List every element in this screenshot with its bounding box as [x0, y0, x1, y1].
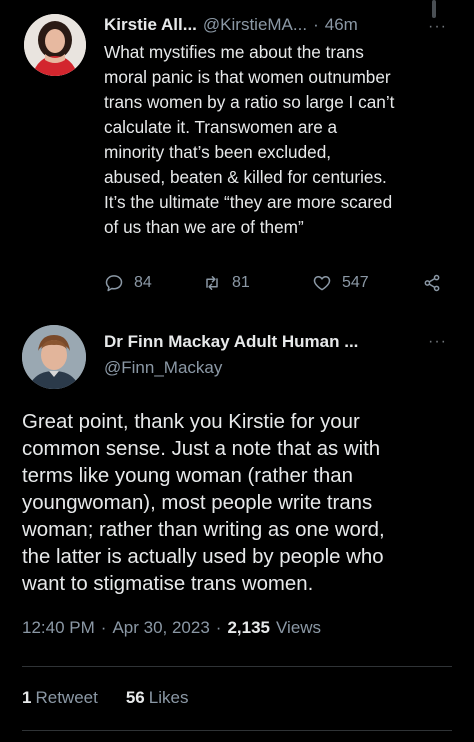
tweet-text-line: abused, beaten & killed for centuries. [104, 167, 387, 187]
tweet-meta: 12:40 PM · Apr 30, 2023 · 2,135 Views [22, 618, 321, 638]
views-count: 2,135 [227, 618, 271, 637]
tweet-text-line: common sense. Just a note that as with [22, 438, 381, 460]
retweet-icon [206, 276, 218, 290]
quoted-tweet[interactable]: Kirstie All... @KirstieMA... · 46m ··· W… [0, 0, 474, 318]
retweet-button[interactable]: 81 [202, 270, 250, 296]
author-name[interactable]: Dr Finn Mackay Adult Human ... [104, 332, 358, 352]
share-button[interactable] [422, 270, 442, 296]
tweet-header: Kirstie All... @KirstieMA... · 46m [104, 15, 358, 39]
tweet-text-line: terms like young woman (rather than [22, 465, 353, 487]
like-count[interactable]: 56 [126, 688, 145, 708]
tweet-text: What mystifies me about the trans moral … [104, 40, 464, 240]
reply-count: 84 [134, 274, 152, 291]
retweet-label[interactable]: Retweet [35, 688, 97, 708]
tweet-text-line: moral panic is that women outnumber [104, 67, 391, 87]
like-count: 547 [342, 274, 369, 291]
tweet-text-line: want to stigmatise trans women. [22, 573, 314, 595]
author-name[interactable]: Kirstie All... [104, 15, 197, 35]
author-handle[interactable]: @KirstieMA... [203, 15, 307, 35]
views-label: Views [276, 618, 322, 637]
tweet-text-line: What mystifies me about the trans [104, 42, 364, 62]
author-handle[interactable]: @Finn_Mackay [104, 358, 222, 378]
more-options-icon[interactable]: ··· [428, 333, 447, 351]
divider [22, 730, 452, 731]
separator-dot: · [100, 618, 107, 637]
reply-icon [105, 275, 123, 292]
tweet-text-line: minority that’s been excluded, [104, 142, 332, 162]
reply-button[interactable]: 84 [104, 270, 152, 296]
tweet-date[interactable]: Apr 30, 2023 [112, 618, 209, 638]
tweet-time[interactable]: 46m [325, 15, 358, 35]
like-button[interactable]: 547 [312, 270, 369, 296]
scrollbar-thumb[interactable] [432, 0, 436, 18]
more-options-icon[interactable]: ··· [428, 18, 452, 35]
share-icon [424, 274, 440, 292]
tweet-text-line: of us than we are of them” [104, 217, 304, 237]
tweet-text-line: trans women by a ratio so large I can’t [104, 92, 395, 112]
like-label[interactable]: Likes [149, 688, 189, 708]
engagement-stats: 1 Retweet 56 Likes [22, 688, 188, 708]
retweet-count: 81 [232, 274, 250, 291]
avatar[interactable] [24, 14, 86, 76]
tweet-text-line: Great point, thank you Kirstie for your [22, 411, 360, 433]
tweet-text-line: the latter is actually used by people wh… [22, 546, 384, 568]
retweet-count[interactable]: 1 [22, 688, 31, 708]
divider [22, 666, 452, 667]
tweet-text-line: calculate it. Transwomen are a [104, 117, 338, 137]
avatar-photo-icon [24, 14, 86, 76]
separator-dot: · [215, 618, 222, 637]
avatar[interactable] [22, 325, 86, 389]
separator-dot: · [313, 15, 319, 34]
tweet-text-line: It’s the ultimate “they are more scared [104, 192, 393, 212]
tweet-text: Great point, thank you Kirstie for your … [22, 409, 462, 598]
tweet-text-line: youngwoman), most people write trans [22, 492, 373, 514]
tweet-text-line: woman; rather than writing as one word, [22, 519, 385, 541]
heart-icon [313, 276, 331, 291]
avatar-photo-icon [22, 325, 86, 389]
tweet-actions: 84 81 547 [104, 270, 454, 296]
tweet-time[interactable]: 12:40 PM [22, 618, 95, 638]
